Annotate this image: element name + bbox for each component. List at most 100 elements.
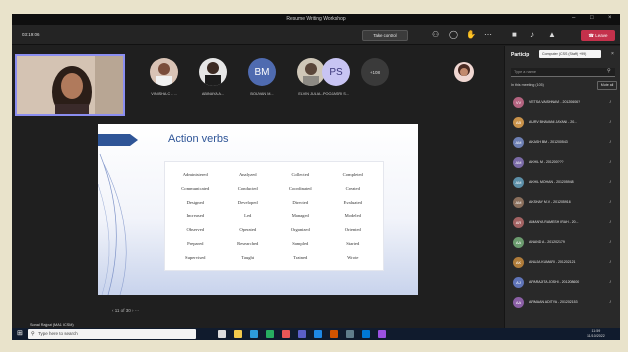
take-control-button[interactable]: Take control [362, 30, 408, 41]
participant-row[interactable]: AA ARMAAN ADITYA - 201202153 ♪ [505, 294, 620, 311]
mute-all-button[interactable]: Mute all [597, 81, 617, 90]
excel-icon[interactable] [266, 330, 274, 338]
mic-icon[interactable]: ♪ [530, 30, 534, 40]
participant-row[interactable]: VV VETSA VAISHNAVI - 20120606? ♪ [505, 94, 620, 111]
next-slide-icon[interactable]: › [132, 308, 134, 313]
participant-row[interactable]: AM AKASH BM - 201200543 ♪ [505, 134, 620, 151]
clock-date: 11/10/2022 [587, 334, 605, 338]
verb-cell: Wrote [347, 254, 359, 260]
chrome-icon[interactable] [282, 330, 290, 338]
verb-cell: Communicated [181, 186, 210, 192]
avatar: PS [322, 58, 350, 86]
system-clock[interactable]: 11:59 11/10/2022 [587, 329, 605, 339]
mic-muted-icon[interactable]: ♪ [609, 299, 612, 305]
verb-cell: Modeled [344, 213, 361, 219]
more-participants-button[interactable]: +108 [361, 58, 389, 86]
participant-name: POOJASRI S... [323, 92, 349, 96]
verb-cell: Increased [186, 213, 205, 219]
panel-title: Particip [511, 52, 530, 58]
search-icon[interactable]: ⚲ [607, 68, 611, 74]
participant-row[interactable]: AJ APARAJITA JOSHI - 201208600 ♪ [505, 274, 620, 291]
meeting-toolbar: 03:19:06 Take control ⚇ ◯ ✋ ⋯ ■ ♪ ▲ ☎ Le… [12, 25, 620, 45]
slide-navigation: ‹ 11 of 30 › ⋯ [112, 308, 139, 314]
powerpoint-icon[interactable] [330, 330, 338, 338]
participant-name: VINISHA.C - ... [151, 92, 177, 96]
participant-row[interactable]: AB AURV BHAVANI JAYANI - 20... ♪ [505, 114, 620, 131]
leave-button[interactable]: ☎ Leave [581, 30, 615, 41]
participant-tile[interactable]: BM BOUVAN M... [238, 52, 286, 108]
participant-row[interactable]: AR AMANYA RAMESH IRAH - 20... ♪ [505, 214, 620, 231]
verb-cell: Coordinated [288, 186, 312, 192]
mic-muted-icon[interactable]: ♪ [609, 199, 612, 205]
camera-icon[interactable]: ■ [512, 30, 517, 40]
meeting-timer: 03:19:06 [22, 32, 40, 37]
taskbar-search-input[interactable]: Type here to search [28, 329, 196, 339]
mic-muted-icon[interactable]: ♪ [609, 159, 612, 165]
settings-icon[interactable] [346, 330, 354, 338]
participant-row[interactable]: AA ANAND A - 201202179 ♪ [505, 234, 620, 251]
avatar: AM [513, 197, 524, 208]
verb-cell: Taught [241, 254, 255, 260]
verb-cell: Prepared [187, 240, 204, 246]
participant-video-tile[interactable] [404, 54, 500, 116]
participant-tile[interactable]: PS POOJASRI S... [312, 52, 360, 108]
participant-name: AKASH BM - 201200543 [529, 140, 568, 144]
raise-hand-icon[interactable]: ✋ [466, 30, 476, 40]
verb-cell: Designed [186, 199, 204, 205]
search-icon: ⚲ [31, 331, 35, 337]
task-view-icon[interactable] [218, 330, 226, 338]
verb-cell: Trained [293, 254, 308, 260]
avatar: AA [513, 297, 524, 308]
mic-muted-icon[interactable]: ♪ [609, 239, 612, 245]
participant-name: AMANYA RAMESH IRAH - 20... [529, 220, 579, 224]
edge-icon[interactable] [250, 330, 258, 338]
participant-tile[interactable]: ABINAYA A... [189, 52, 237, 108]
avatar: AR [513, 217, 524, 228]
participant-row[interactable]: AM AKSHAY M.V - 201205916 ♪ [505, 194, 620, 211]
leave-label: Leave [595, 33, 608, 38]
avatar: AM [513, 157, 524, 168]
participant-row[interactable]: AK ANUJA KUMARI - 201202121 ♪ [505, 254, 620, 271]
participant-name: AURV BHAVANI JAYANI - 20... [529, 120, 578, 124]
avatar: AA [513, 237, 524, 248]
self-video-tile[interactable] [15, 54, 125, 116]
self-video-image [17, 56, 123, 114]
mic-muted-icon[interactable]: ♪ [609, 179, 612, 185]
outlook-icon[interactable] [362, 330, 370, 338]
verb-cell: Led [244, 213, 252, 219]
section-header[interactable]: In this meeting (105) [511, 83, 544, 87]
mic-muted-icon[interactable]: ♪ [609, 279, 612, 285]
maximize-icon[interactable]: □ [590, 15, 594, 21]
verb-cell: Analyzed [238, 172, 257, 178]
verb-cell: Managed [291, 213, 309, 219]
windows-taskbar: ⊞ Type here to search ⚲ 11:59 11/10/2022 [12, 328, 620, 340]
verb-cell: Oriented [344, 227, 361, 233]
avatar [150, 58, 178, 86]
people-icon[interactable]: ⚇ [432, 30, 439, 40]
title-bar: Resume Writing Workshop – □ × [12, 14, 620, 25]
mic-muted-icon[interactable]: ♪ [609, 259, 612, 265]
share-icon[interactable]: ▲ [548, 30, 556, 40]
close-panel-icon[interactable]: × [611, 51, 614, 57]
word-icon[interactable] [314, 330, 322, 338]
participant-row[interactable]: AM AKHIL M - 201200??? ♪ [505, 154, 620, 171]
close-icon[interactable]: × [608, 15, 612, 21]
more-options-icon[interactable]: ⋯ [484, 30, 492, 40]
chat-icon[interactable]: ◯ [449, 30, 458, 40]
teams-icon[interactable] [298, 330, 306, 338]
search-input[interactable]: Type a name [511, 68, 615, 77]
participant-tile[interactable]: VINISHA.C - ... [140, 52, 188, 108]
windows-start-icon[interactable]: ⊞ [17, 330, 23, 338]
mic-muted-icon[interactable]: ♪ [609, 99, 612, 105]
file-explorer-icon[interactable] [234, 330, 242, 338]
mic-muted-icon[interactable]: ♪ [609, 119, 612, 125]
presentation-slide: Action verbs Administered Analyzed Collect… [98, 124, 418, 295]
prev-slide-icon[interactable]: ‹ [112, 308, 114, 313]
verb-cell: Observed [186, 227, 205, 233]
app-icon[interactable] [378, 330, 386, 338]
mic-muted-icon[interactable]: ♪ [609, 139, 612, 145]
mic-muted-icon[interactable]: ♪ [609, 219, 612, 225]
minimize-icon[interactable]: – [572, 15, 575, 21]
participant-row[interactable]: AM AKHIL MOHAN - 201205948 ♪ [505, 174, 620, 191]
more-options-icon[interactable]: ⋯ [135, 308, 140, 313]
